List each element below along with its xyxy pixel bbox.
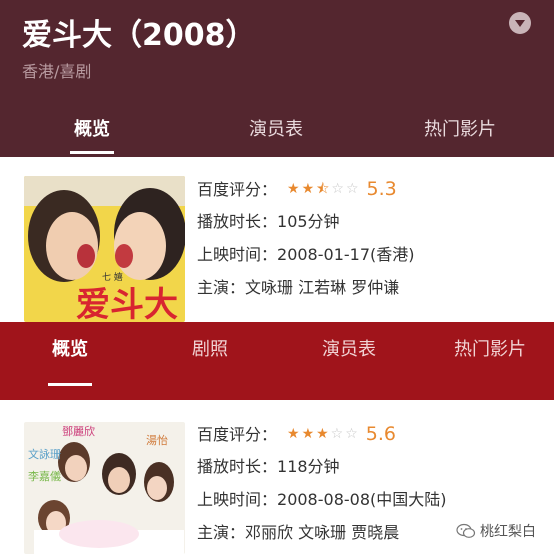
movie-poster[interactable]: 爱斗大 七 嬉 bbox=[24, 176, 185, 322]
svg-text:文詠珊: 文詠珊 bbox=[28, 447, 61, 461]
release-label: 上映时间： bbox=[197, 245, 278, 264]
star-rating-icon: ★★⯪☆☆ bbox=[287, 181, 361, 197]
cast-value[interactable]: 文咏珊 江若琳 罗仲谦 bbox=[245, 278, 399, 297]
wechat-icon bbox=[456, 523, 476, 538]
star-rating-icon-2: ★★★☆☆ bbox=[287, 426, 360, 442]
duration-label: 播放时长： bbox=[197, 212, 278, 231]
tab-popular-films[interactable]: 热门影片 bbox=[410, 112, 510, 157]
cast-value-2[interactable]: 邓丽欣 文咏珊 贾晓晨 bbox=[245, 523, 399, 542]
cast-row-2: 主演：邓丽欣 文咏珊 贾晓晨 bbox=[197, 520, 399, 546]
rating-row: 百度评分： ★★⯪☆☆ 5.3 bbox=[197, 176, 397, 202]
duration-row-2: 播放时长：118分钟 bbox=[197, 454, 340, 480]
poster-title-art: 爱斗大 bbox=[76, 285, 178, 322]
movie-genre: 香港/喜剧 bbox=[22, 62, 92, 81]
watermark: 桃红梨白 bbox=[456, 519, 536, 543]
release-row-2: 上映时间：2008-08-08(中国大陆) bbox=[197, 487, 447, 513]
cast-label-2: 主演： bbox=[197, 523, 246, 542]
rating-score-2: 5.6 bbox=[365, 423, 396, 445]
tab-overview-2[interactable]: 概览 bbox=[40, 322, 100, 400]
duration-row: 播放时长：105分钟 bbox=[197, 209, 340, 235]
movie-poster-2[interactable]: 鄧麗欣 文詠珊 李嘉儀 湯怡 bbox=[24, 422, 185, 554]
rating-row-2: 百度评分： ★★★☆☆ 5.6 bbox=[197, 421, 396, 447]
svg-text:李嘉儀: 李嘉儀 bbox=[28, 469, 61, 483]
tab-bar: 概览 演员表 热门影片 bbox=[0, 112, 554, 157]
rating-label-2: 百度评分： bbox=[197, 425, 278, 444]
tab-cast-2[interactable]: 演员表 bbox=[309, 322, 389, 400]
duration-label-2: 播放时长： bbox=[197, 457, 278, 476]
screen: 爱斗大（2008） 香港/喜剧 概览 演员表 热门影片 爱斗大 七 嬉 百度评分… bbox=[0, 0, 554, 554]
tab-cast[interactable]: 演员表 bbox=[236, 112, 316, 157]
cast-row: 主演：文咏珊 江若琳 罗仲谦 bbox=[197, 275, 399, 301]
svg-text:七 嬉: 七 嬉 bbox=[102, 271, 123, 283]
movie-title: 爱斗大（2008） bbox=[22, 18, 256, 53]
tab-overview[interactable]: 概览 bbox=[62, 112, 122, 157]
rating-label: 百度评分： bbox=[197, 180, 278, 199]
movie-header: 爱斗大（2008） 香港/喜剧 概览 演员表 热门影片 bbox=[0, 0, 554, 157]
cast-label: 主演： bbox=[197, 278, 246, 297]
release-value-2: 2008-08-08(中国大陆) bbox=[277, 490, 447, 509]
poster-name-art: 鄧麗欣 bbox=[62, 424, 95, 438]
tab-stills[interactable]: 剧照 bbox=[180, 322, 240, 400]
watermark-text: 桃红梨白 bbox=[480, 524, 536, 540]
tab-popular-films-2[interactable]: 热门影片 bbox=[440, 322, 540, 400]
release-row: 上映时间：2008-01-17(香港) bbox=[197, 242, 415, 268]
svg-text:湯怡: 湯怡 bbox=[146, 433, 168, 447]
rating-score: 5.3 bbox=[366, 178, 397, 200]
release-value: 2008-01-17(香港) bbox=[277, 245, 415, 264]
movie-tab-bar-2: 概览 剧照 演员表 热门影片 bbox=[0, 322, 554, 400]
duration-value-2: 118分钟 bbox=[277, 457, 340, 476]
duration-value: 105分钟 bbox=[277, 212, 340, 231]
collapse-chevron-icon[interactable] bbox=[509, 12, 531, 34]
release-label-2: 上映时间： bbox=[197, 490, 278, 509]
